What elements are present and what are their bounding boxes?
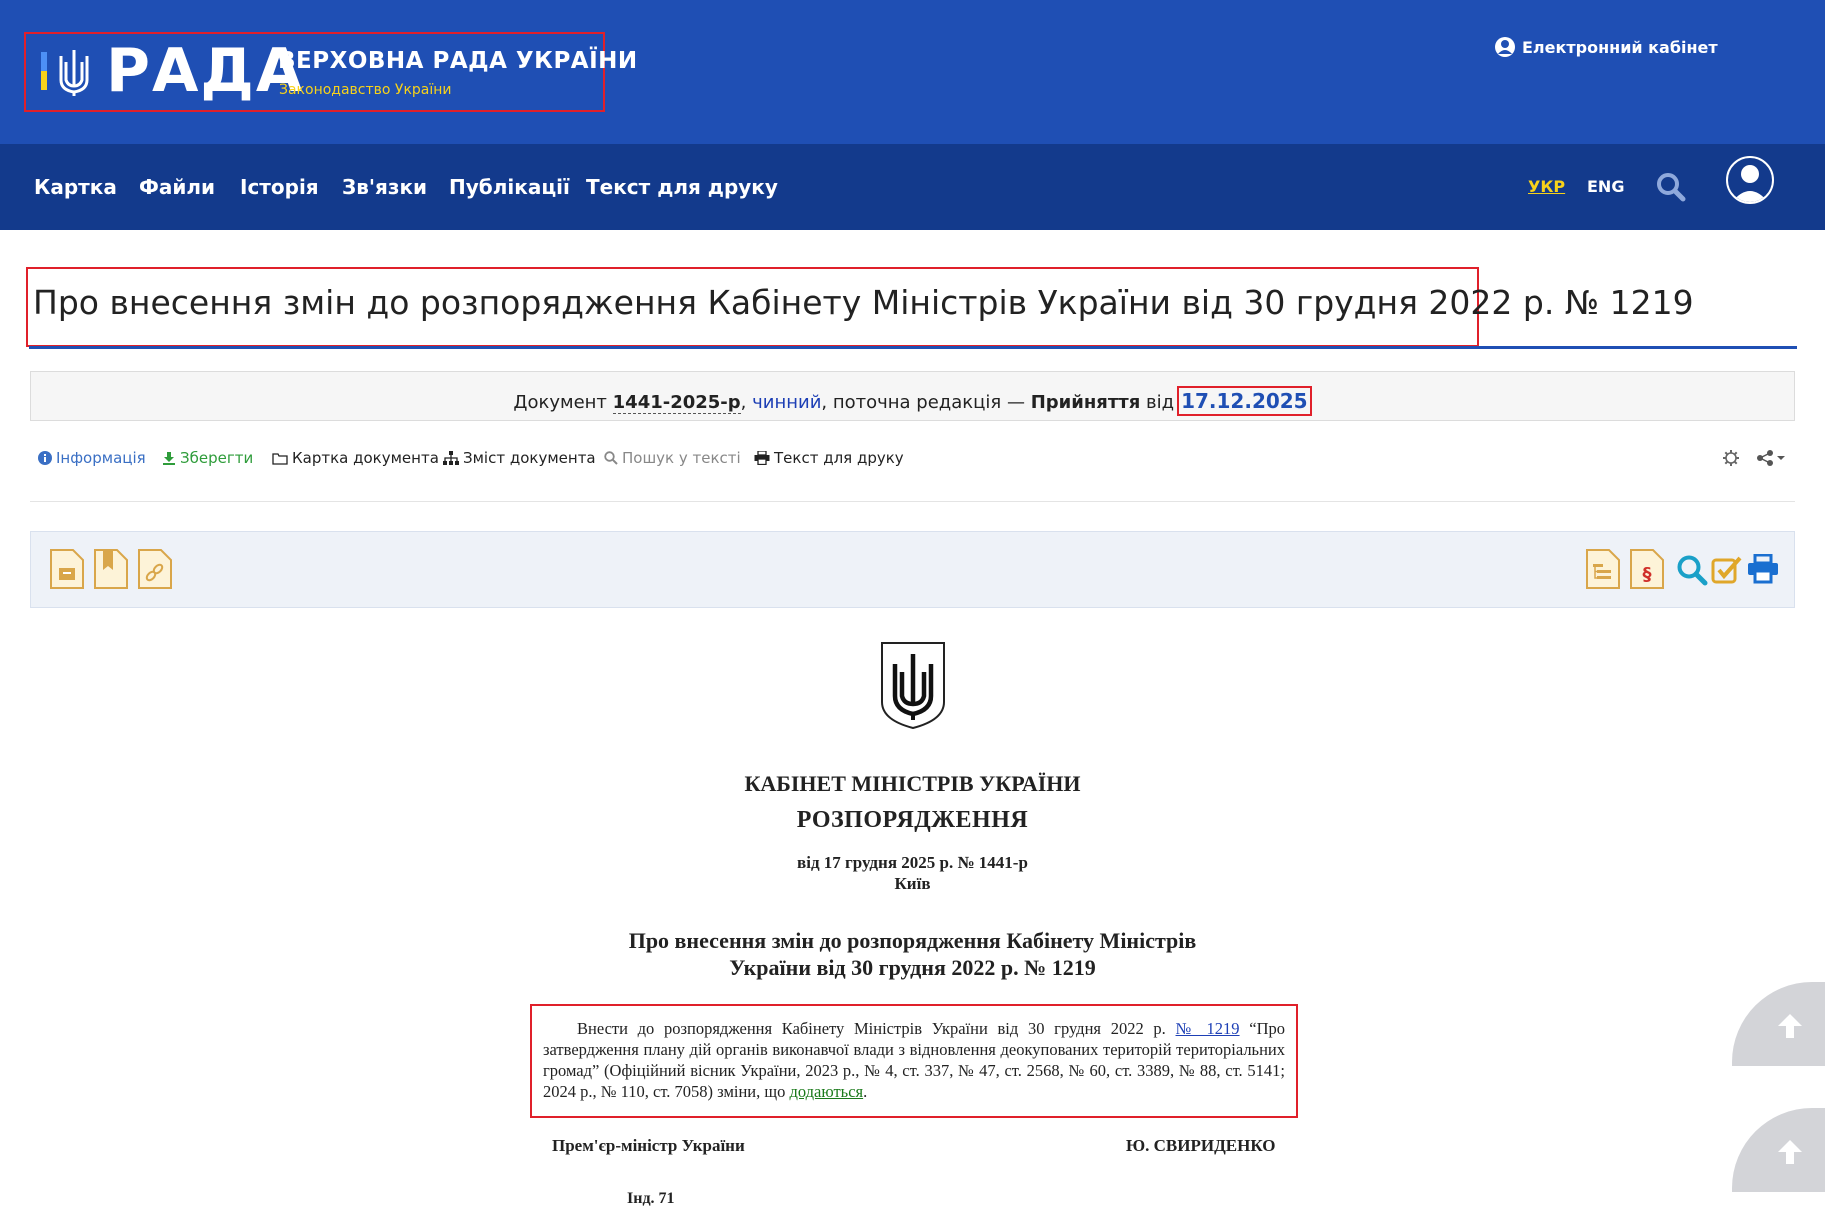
cabinet-label: Електронний кабінет <box>1522 37 1718 57</box>
paragraph-doc-icon[interactable]: § <box>1629 548 1665 590</box>
doc-main-paragraph: Внести до розпорядження Кабінету Міністр… <box>530 1004 1298 1118</box>
print-button[interactable]: Текст для друку <box>754 449 904 467</box>
share-icon[interactable] <box>1756 449 1786 467</box>
link-doc-icon[interactable] <box>137 548 173 590</box>
doc-city: Київ <box>894 874 931 893</box>
nav-history[interactable]: Історія <box>240 175 319 199</box>
svg-text:§: § <box>1643 564 1652 585</box>
bookmark-doc-icon[interactable] <box>93 548 129 590</box>
document-status-bar: Документ 1441-2025-р, чинний, поточна ре… <box>30 371 1795 421</box>
structure-doc-icon[interactable] <box>1585 548 1621 590</box>
logo-word: РАДА <box>106 36 305 106</box>
text-search-button[interactable]: Пошук у тексті <box>604 449 741 467</box>
doc-index: Інд. 71 <box>627 1190 675 1207</box>
printer-icon <box>754 451 770 465</box>
magnifier-icon <box>604 451 618 465</box>
doc-authority: КАБІНЕТ МІНІСТРІВ УКРАЇНИ <box>744 771 1081 796</box>
info-icon <box>38 451 52 465</box>
signer-position: Прем'єр-міністр України <box>552 1136 745 1155</box>
lang-eng[interactable]: ENG <box>1587 177 1624 196</box>
paragraph-before: Внести до розпорядження Кабінету Міністр… <box>577 1019 1166 1038</box>
find-icon[interactable] <box>1676 554 1708 586</box>
nav-links[interactable]: Зв'язки <box>342 175 427 199</box>
page-title-box: Про внесення змін до розпорядження Кабін… <box>26 267 1694 347</box>
status-date[interactable]: 17.12.2025 <box>1177 386 1312 416</box>
doc-type: РОЗПОРЯДЖЕННЯ <box>796 807 1029 833</box>
paragraph-text: Внести до розпорядження Кабінету Міністр… <box>543 1018 1285 1102</box>
trident-icon <box>59 50 89 96</box>
logo-title: ВЕРХОВНА РАДА УКРАЇНИ <box>278 48 638 74</box>
status-from-word: від <box>1146 392 1175 413</box>
nav-print-text[interactable]: Текст для друку <box>586 175 778 199</box>
paragraph-end: . <box>863 1082 868 1101</box>
scroll-up-button[interactable] <box>1732 982 1825 1066</box>
info-button[interactable]: Інформація <box>38 449 146 467</box>
print-label: Текст для друку <box>774 449 904 467</box>
check-edit-icon[interactable] <box>1711 554 1743 584</box>
coat-of-arms-icon <box>881 642 945 730</box>
card-button[interactable]: Картка документа <box>272 449 439 467</box>
archive-doc-icon[interactable] <box>49 548 85 590</box>
link-1219[interactable]: № 1219 <box>1176 1019 1240 1038</box>
title-divider <box>29 346 1797 349</box>
flag-mark <box>41 52 47 90</box>
settings-icon[interactable] <box>1722 449 1740 467</box>
nav-files[interactable]: Файли <box>139 175 215 199</box>
folder-icon <box>272 452 288 465</box>
link-attached[interactable]: додаються <box>789 1082 863 1101</box>
printer-icon[interactable] <box>1747 554 1779 584</box>
text-search-label: Пошук у тексті <box>622 449 741 467</box>
doc-title-line-2: України від 30 грудня 2022 р. № 1219 <box>729 955 1096 980</box>
status-doc-number[interactable]: 1441-2025-р <box>612 392 741 414</box>
info-label: Інформація <box>56 449 146 467</box>
main-nav: Картка Файли Історія Зв'язки Публікації … <box>0 144 1825 230</box>
download-icon <box>163 452 175 465</box>
nav-card[interactable]: Картка <box>34 175 117 199</box>
doc-date-line: від 17 грудня 2025 р. № 1441-р <box>797 853 1028 872</box>
status-validity[interactable]: чинний <box>752 392 821 413</box>
search-icon[interactable] <box>1656 172 1686 202</box>
status-edition-type: Прийняття <box>1030 392 1141 413</box>
save-label: Зберегти <box>180 449 254 467</box>
contents-label: Зміст документа <box>463 449 596 467</box>
doc-title-line-1: Про внесення змін до розпорядження Кабін… <box>628 928 1197 953</box>
sitemap-icon <box>443 451 459 465</box>
logo-subtitle: Законодавство України <box>279 82 452 98</box>
user-avatar-icon[interactable] <box>1726 156 1774 204</box>
site-logo[interactable]: РАДА ВЕРХОВНА РАДА УКРАЇНИ Законодавство… <box>24 32 637 112</box>
top-header: РАДА ВЕРХОВНА РАДА УКРАЇНИ Законодавство… <box>0 0 1825 144</box>
save-button[interactable]: Зберегти <box>162 449 253 467</box>
arrow-up-icon <box>1778 1014 1802 1038</box>
nav-publications[interactable]: Публікації <box>449 175 570 199</box>
contents-button[interactable]: Зміст документа <box>443 449 596 467</box>
status-edition-text: , поточна редакція — <box>821 392 1025 413</box>
cabinet-link[interactable]: Електронний кабінет <box>1494 36 1718 58</box>
user-circle-icon <box>1495 37 1515 57</box>
scroll-top-button[interactable] <box>1732 1108 1825 1192</box>
status-separator: , <box>740 392 747 413</box>
document-icon-panel: § <box>30 531 1795 608</box>
card-label: Картка документа <box>292 449 439 467</box>
signer-name: Ю. СВИРИДЕНКО <box>1126 1136 1276 1155</box>
toolbar-divider <box>30 501 1795 502</box>
status-doc-prefix: Документ <box>513 392 607 413</box>
arrow-up-icon <box>1778 1140 1802 1164</box>
page-title: Про внесення змін до розпорядження Кабін… <box>33 283 1694 322</box>
lang-ukr[interactable]: УКР <box>1528 177 1565 196</box>
